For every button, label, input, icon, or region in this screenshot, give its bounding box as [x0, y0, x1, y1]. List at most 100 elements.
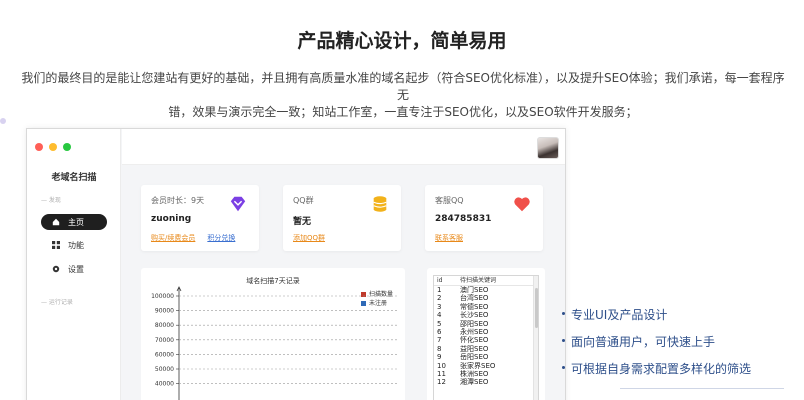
cell-keyword: 长沙SEO [460, 311, 489, 320]
sidebar-item-home[interactable]: 主页 [41, 214, 107, 230]
cell-id: 11 [437, 369, 446, 378]
cell-id: 4 [437, 311, 442, 320]
table-row[interactable]: 3 常德SEO [434, 303, 538, 311]
sidebar-item-label: 功能 [68, 240, 84, 250]
cell-id: 10 [437, 361, 446, 370]
cell-keyword: 益阳SEO [460, 344, 489, 353]
cell-keyword: 岳阳SEO [460, 353, 489, 362]
top-bar [122, 129, 565, 165]
member-username: zuoning [151, 214, 192, 224]
qq-group-card: QQ群 暂无 添加QQ群 [283, 185, 401, 251]
section-intro: 我们的最终目的是能让您建站有更好的基础，并且拥有高质量水准的域名起步（符合SEO… [18, 70, 788, 121]
service-links: 联系客服 [435, 233, 463, 243]
close-dot[interactable] [35, 143, 43, 151]
cell-id: 3 [437, 302, 442, 311]
keyword-list-panel: id 待扫描关键词 1 澳门SEO 2 台湾SEO 3 常德SEO 4 长沙SEO 5 邵阳SEO… [427, 268, 545, 400]
scrollbar-thumb[interactable] [535, 288, 538, 328]
header-keyword: 待扫描关键词 [460, 277, 497, 284]
feature-divider [620, 388, 784, 389]
cell-id: 1 [437, 286, 442, 294]
list-scrollbar[interactable] [533, 276, 538, 400]
table-row[interactable]: 12 湘潭SEO [434, 378, 538, 386]
feature-text: 专业UI及产品设计 [571, 308, 668, 322]
diamond-icon [229, 195, 247, 213]
cell-id: 12 [437, 378, 446, 387]
section-title: 产品精心设计，简单易用 [297, 30, 507, 52]
feature-item: 面向普通用户，可快速上手 [562, 333, 715, 350]
y-tick-label: 50000 [155, 366, 174, 373]
coins-icon [371, 195, 389, 213]
table-row[interactable]: 5 邵阳SEO [434, 320, 538, 328]
y-tick-label: 60000 [155, 351, 174, 358]
y-tick-label: 100000 [151, 293, 174, 300]
avatar[interactable] [537, 137, 559, 159]
member-links: 购买/续费会员 积分兑换 [151, 233, 235, 243]
minimize-dot[interactable] [49, 143, 57, 151]
keyword-table[interactable]: id 待扫描关键词 1 澳门SEO 2 台湾SEO 3 常德SEO 4 长沙SEO 5 邵阳SEO… [433, 275, 539, 400]
table-body: 1 澳门SEO 2 台湾SEO 3 常德SEO 4 长沙SEO 5 邵阳SEO 6 永州SEO 7 怀化S… [434, 286, 538, 387]
home-icon [51, 218, 60, 227]
window-controls [35, 143, 71, 151]
table-row[interactable]: 7 怀化SEO [434, 336, 538, 344]
cell-keyword: 常德SEO [460, 302, 489, 311]
cell-keyword: 台湾SEO [460, 294, 489, 303]
feature-text: 可根据自身需求配置多样化的筛选 [571, 362, 752, 376]
cell-id: 7 [437, 336, 442, 345]
sidebar-item-settings[interactable]: 设置 [41, 261, 107, 277]
bullet-icon [562, 366, 565, 369]
y-tick-label: 40000 [155, 381, 174, 388]
sidebar-item-label: 设置 [68, 264, 84, 274]
settings-icon [51, 265, 60, 274]
service-qq-label: 客服QQ [435, 196, 464, 205]
member-duration-label: 会员时长：9天 [151, 196, 205, 205]
page: 产品精心设计，简单易用 我们的最终目的是能让您建站有更好的基础，并且拥有高质量水… [0, 0, 804, 400]
table-row[interactable]: 10 张家界SEO [434, 362, 538, 370]
table-row[interactable]: 9 岳阳SEO [434, 353, 538, 361]
sidebar-section-label: — 发现 [41, 197, 61, 204]
buy-member-link[interactable]: 购买/续费会员 [151, 233, 195, 243]
service-qq-value: 284785831 [435, 214, 492, 224]
app-title: 老域名扫描 [51, 173, 97, 183]
cell-keyword: 邵阳SEO [460, 319, 489, 328]
cell-id: 6 [437, 327, 442, 336]
member-card: 会员时长：9天 zuoning 购买/续费会员 积分兑换 [141, 185, 259, 251]
table-row[interactable]: 2 台湾SEO [434, 294, 538, 302]
qq-group-label: QQ群 [293, 196, 314, 205]
y-tick-label: 80000 [155, 322, 174, 329]
sidebar-item-label: 主页 [68, 217, 84, 227]
contact-service-link[interactable]: 联系客服 [435, 233, 463, 243]
feature-item: 可根据自身需求配置多样化的筛选 [562, 360, 751, 377]
y-tick-label: 90000 [155, 308, 174, 315]
cell-keyword: 张家界SEO [460, 361, 496, 370]
add-qq-group-link[interactable]: 添加QQ群 [293, 233, 325, 243]
cell-id: 5 [437, 319, 442, 328]
app-window: 老域名扫描 — 发现 主页 功能 设置 — 运行记录 会员时长：9天 zuoni… [26, 128, 566, 400]
scan-chart-panel: 域名扫描7天记录 扫描数量 未注册 100000 90000 80000 70000 6… [141, 268, 405, 400]
decor-dot [0, 118, 6, 124]
cell-id: 2 [437, 294, 442, 303]
cell-id: 8 [437, 344, 442, 353]
bullet-icon [562, 339, 565, 342]
feature-text: 面向普通用户，可快速上手 [571, 335, 716, 349]
feature-item: 专业UI及产品设计 [562, 306, 667, 323]
maximize-dot[interactable] [63, 143, 71, 151]
sidebar: 老域名扫描 — 发现 主页 功能 设置 — 运行记录 [27, 129, 121, 400]
table-row[interactable]: 4 长沙SEO [434, 311, 538, 319]
sidebar-records-label: — 运行记录 [41, 299, 73, 306]
points-redeem-link[interactable]: 积分兑换 [207, 233, 235, 243]
intro-line-1: 我们的最终目的是能让您建站有更好的基础，并且拥有高质量水准的域名起步（符合SEO… [21, 71, 785, 102]
intro-line-2: 错，效果与演示完全一致；知站工作室，一直专注于SEO优化，以及SEO软件开发服务… [168, 105, 638, 119]
qq-group-value: 暂无 [293, 217, 312, 227]
service-card: 客服QQ 284785831 联系客服 [425, 185, 543, 251]
y-tick-label: 70000 [155, 337, 174, 344]
chart-plot: 100000 90000 80000 70000 60000 50000 40000 [151, 286, 399, 400]
cell-keyword: 湘潭SEO [460, 378, 489, 387]
header-id: id [437, 277, 443, 284]
table-header: id 待扫描关键词 [434, 276, 538, 286]
grid-icon [51, 241, 60, 250]
cell-id: 9 [437, 353, 442, 362]
heart-icon [513, 195, 531, 213]
qq-group-links: 添加QQ群 [293, 233, 325, 243]
table-row[interactable]: 8 益阳SEO [434, 345, 538, 353]
sidebar-item-features[interactable]: 功能 [41, 237, 107, 253]
